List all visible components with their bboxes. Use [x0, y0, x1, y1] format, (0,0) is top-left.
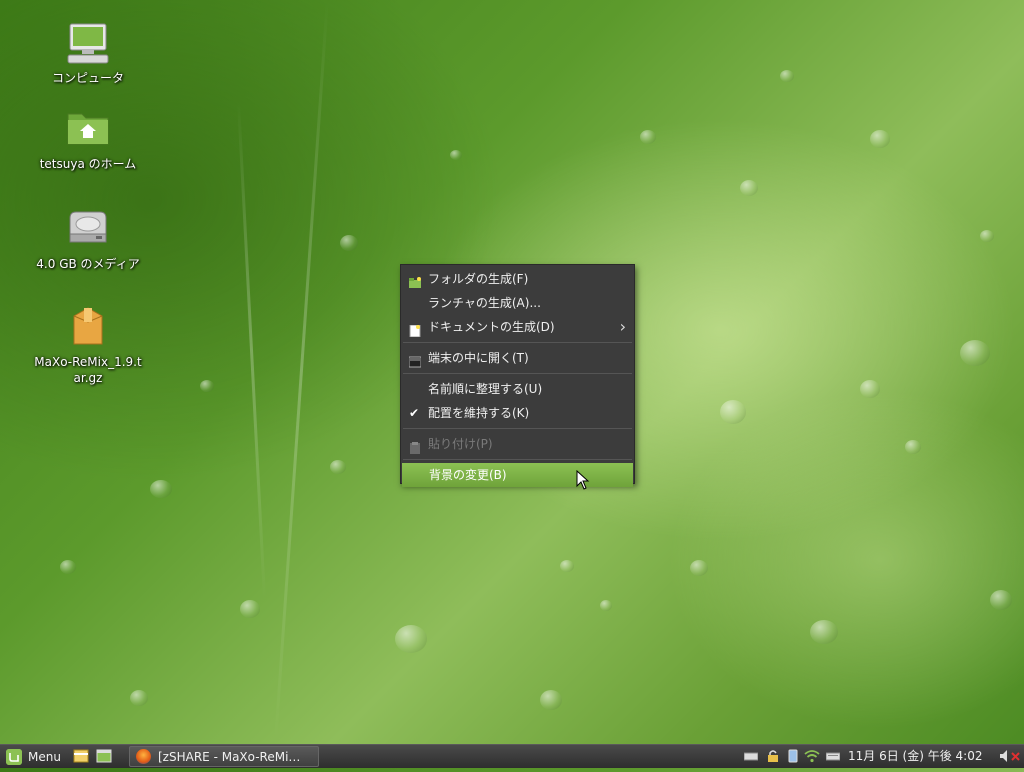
taskbar-window-label: [zSHARE - MaXo-ReMi…	[158, 750, 301, 764]
menu-item-label: フォルダの生成(F)	[428, 272, 529, 286]
water-drop	[960, 340, 990, 366]
menu-item-sort-by-name[interactable]: 名前順に整理する(U)	[401, 377, 634, 401]
water-drop	[905, 440, 921, 454]
firefox-icon	[136, 749, 151, 764]
desktop-icon-label: tetsuya のホーム	[39, 157, 137, 171]
menu-item-keep-aligned[interactable]: ✔ 配置を維持する(K)	[401, 401, 634, 425]
water-drop	[150, 480, 172, 498]
menu-separator	[403, 428, 632, 429]
desktop-icon-computer[interactable]: コンピュータ	[18, 22, 158, 86]
chevron-right-icon: ›	[619, 317, 626, 336]
rain-streak	[274, 0, 329, 740]
desktop-icon-media[interactable]: 4.0 GB のメディア	[18, 208, 158, 272]
panel-clock[interactable]: 11月 6日 (金) 午後 4:02	[848, 745, 982, 767]
water-drop	[720, 400, 746, 424]
water-drop	[980, 230, 994, 242]
water-drop	[340, 235, 358, 251]
water-drop	[870, 130, 890, 148]
clipboard-icon[interactable]	[786, 749, 800, 763]
water-drop	[740, 180, 758, 196]
lock-icon[interactable]	[766, 749, 780, 763]
water-drop	[130, 690, 148, 706]
menu-separator	[403, 373, 632, 374]
menu-item-label: 配置を維持する(K)	[428, 406, 530, 420]
archive-icon	[64, 306, 112, 350]
menu-item-label: ランチャの生成(A)...	[428, 296, 541, 310]
water-drop	[690, 560, 708, 576]
file-manager-launcher-icon[interactable]	[73, 748, 89, 764]
keyboard-icon[interactable]	[743, 749, 759, 763]
show-desktop-icon[interactable]	[96, 748, 112, 764]
water-drop	[780, 70, 794, 82]
bottom-panel: Menu [zSHARE - MaXo-ReMi… 11月 6日 (金) 午後 …	[0, 744, 1024, 768]
menu-item-paste: 貼り付け(P)	[401, 432, 634, 456]
desktop-icon-label: コンピュータ	[51, 71, 124, 85]
wifi-icon[interactable]	[804, 749, 820, 763]
water-drop	[990, 590, 1012, 610]
volume-icon[interactable]	[1000, 749, 1010, 763]
menu-item-label: 背景の変更(B)	[429, 468, 507, 482]
water-drop	[450, 150, 462, 160]
water-drop	[810, 620, 838, 644]
muted-x-icon	[1011, 749, 1021, 763]
start-menu-label: Menu	[28, 750, 61, 764]
drive-icon	[64, 208, 112, 252]
water-drop	[330, 460, 346, 474]
menu-item-create-document[interactable]: ドキュメントの生成(D) ›	[401, 315, 634, 339]
water-drop	[60, 560, 76, 574]
menu-separator	[403, 342, 632, 343]
checkmark-icon: ✔	[409, 406, 420, 420]
paste-icon	[409, 438, 421, 454]
menu-item-open-terminal[interactable]: 端末の中に開く(T)	[401, 346, 634, 370]
new-document-icon	[409, 321, 421, 338]
computer-icon	[64, 22, 112, 66]
taskbar-window-button[interactable]: [zSHARE - MaXo-ReMi…	[129, 746, 319, 767]
menu-item-create-launcher[interactable]: ランチャの生成(A)...	[401, 291, 634, 315]
menu-item-label: 名前順に整理する(U)	[428, 382, 543, 396]
desktop-icon-label: 4.0 GB のメディア	[36, 257, 140, 271]
menu-item-label: ドキュメントの生成(D)	[428, 320, 555, 334]
water-drop	[240, 600, 260, 618]
water-drop	[600, 600, 612, 611]
keyboard-layout-icon[interactable]	[825, 749, 841, 763]
menu-item-create-folder[interactable]: フォルダの生成(F)	[401, 267, 634, 291]
water-drop	[560, 560, 574, 572]
menu-item-label: 貼り付け(P)	[428, 437, 493, 451]
start-menu-button[interactable]: Menu	[2, 746, 67, 768]
menu-item-label: 端末の中に開く(T)	[428, 351, 529, 365]
desktop-icon-home[interactable]: tetsuya のホーム	[18, 108, 158, 172]
desktop-icon-archive[interactable]: MaXo-ReMix_1.9.tar.gz	[18, 306, 158, 386]
menu-separator	[403, 459, 632, 460]
water-drop	[395, 625, 427, 653]
menu-item-change-background[interactable]: 背景の変更(B)	[402, 463, 633, 487]
water-drop	[860, 380, 880, 398]
water-drop	[540, 690, 562, 710]
mint-logo-icon	[6, 749, 22, 765]
desktop-icon-label: MaXo-ReMix_1.9.tar.gz	[34, 355, 142, 385]
desktop-context-menu: フォルダの生成(F) ランチャの生成(A)... ドキュメントの生成(D) › …	[400, 264, 635, 487]
water-drop	[200, 380, 214, 392]
home-folder-icon	[64, 108, 112, 152]
water-drop	[640, 130, 656, 144]
terminal-icon	[408, 352, 422, 368]
rain-streak	[236, 100, 267, 600]
new-folder-icon	[409, 273, 421, 288]
